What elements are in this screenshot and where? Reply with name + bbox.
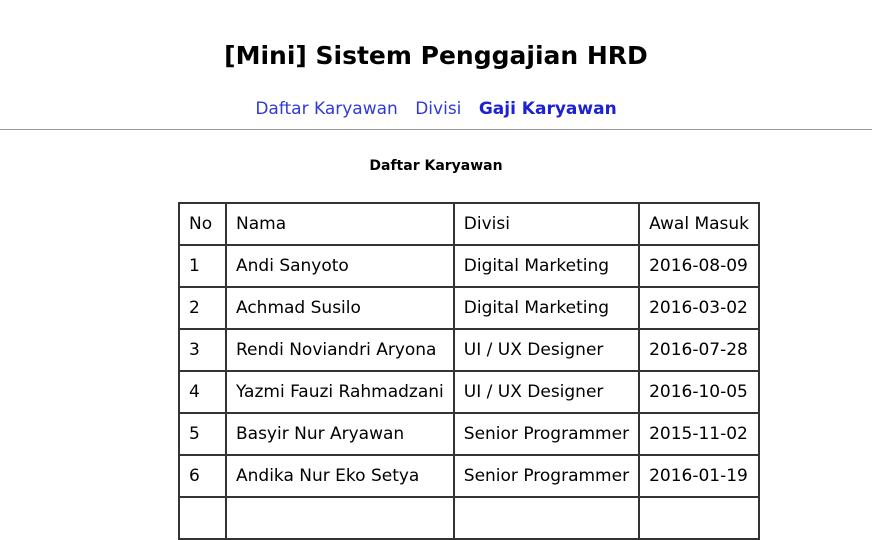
cell-divisi: Digital Marketing xyxy=(452,244,641,288)
page-header: [Mini] Sistem Penggajian HRD Daftar Kary… xyxy=(0,0,872,130)
nav-gaji-karyawan[interactable]: Gaji Karyawan xyxy=(479,99,617,119)
site-title: [Mini] Sistem Penggajian HRD xyxy=(224,41,648,70)
table-row: 1 Andi Sanyoto Digital Marketing 2016-08… xyxy=(178,244,761,288)
section-title: Daftar Karyawan xyxy=(369,158,503,174)
cell-no: 4 xyxy=(178,370,227,414)
cell-no: 6 xyxy=(178,454,227,498)
nav-divisi[interactable]: Divisi xyxy=(415,99,461,119)
cell-no: 5 xyxy=(178,412,227,456)
main-nav: Daftar Karyawan Divisi Gaji Karyawan xyxy=(0,97,872,121)
cell-nama xyxy=(225,496,455,540)
column-header-no: No xyxy=(178,202,227,246)
cell-no xyxy=(178,496,227,540)
cell-nama: Andi Sanyoto xyxy=(225,244,455,288)
column-header-nama: Nama xyxy=(225,202,455,246)
cell-awal-masuk: 2016-03-02 xyxy=(638,286,761,330)
column-header-divisi: Divisi xyxy=(452,202,641,246)
cell-divisi: UI / UX Designer xyxy=(452,328,641,372)
cell-divisi: Senior Programmer xyxy=(452,412,641,456)
cell-awal-masuk: 2016-08-09 xyxy=(638,244,761,288)
cell-no: 1 xyxy=(178,244,227,288)
cell-divisi xyxy=(452,496,641,540)
cell-no: 2 xyxy=(178,286,227,330)
cell-nama: Andika Nur Eko Setya xyxy=(225,454,455,498)
column-header-awal-masuk: Awal Masuk xyxy=(638,202,761,246)
cell-divisi: Senior Programmer xyxy=(452,454,641,498)
cell-awal-masuk: 2015-11-02 xyxy=(638,412,761,456)
cell-divisi: Digital Marketing xyxy=(452,286,641,330)
table-row: 6 Andika Nur Eko Setya Senior Programmer… xyxy=(178,454,761,498)
cell-divisi: UI / UX Designer xyxy=(452,370,641,414)
cell-nama: Rendi Noviandri Aryona xyxy=(225,328,455,372)
cell-awal-masuk: 2016-07-28 xyxy=(638,328,761,372)
table-row xyxy=(178,496,761,540)
cell-nama: Yazmi Fauzi Rahmadzani xyxy=(225,370,455,414)
cell-no: 3 xyxy=(178,328,227,372)
cell-nama: Basyir Nur Aryawan xyxy=(225,412,455,456)
table-row: 5 Basyir Nur Aryawan Senior Programmer 2… xyxy=(178,412,761,456)
nav-daftar-karyawan[interactable]: Daftar Karyawan xyxy=(255,99,398,119)
cell-awal-masuk: 2016-10-05 xyxy=(638,370,761,414)
table-row: 3 Rendi Noviandri Aryona UI / UX Designe… xyxy=(178,328,761,372)
table-row: 4 Yazmi Fauzi Rahmadzani UI / UX Designe… xyxy=(178,370,761,414)
cell-awal-masuk: 2016-01-19 xyxy=(638,454,761,498)
cell-nama: Achmad Susilo xyxy=(225,286,455,330)
table-header-row: No Nama Divisi Awal Masuk xyxy=(178,202,761,246)
cell-awal-masuk xyxy=(638,496,761,540)
employee-table: No Nama Divisi Awal Masuk 1 Andi Sanyoto… xyxy=(178,202,761,540)
table-row: 2 Achmad Susilo Digital Marketing 2016-0… xyxy=(178,286,761,330)
